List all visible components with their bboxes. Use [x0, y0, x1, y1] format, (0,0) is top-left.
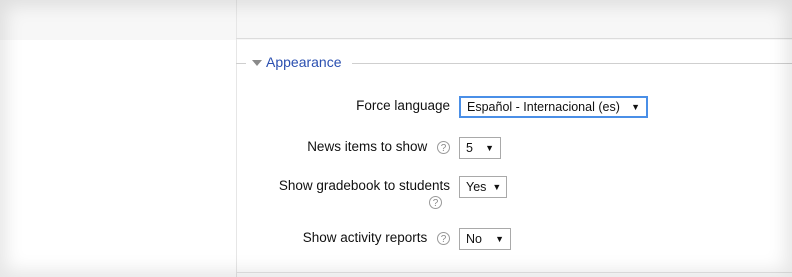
- chevron-down-icon: ▼: [495, 234, 504, 244]
- fieldset-line-right: [352, 63, 792, 64]
- content-left-border: [236, 0, 237, 277]
- show-gradebook-label-wrap: Show gradebook to students ?: [279, 178, 450, 210]
- chevron-down-icon: ▼: [631, 102, 640, 112]
- help-icon[interactable]: ?: [437, 140, 450, 154]
- appearance-legend[interactable]: Appearance: [252, 54, 342, 70]
- news-items-label-wrap: News items to show ?: [307, 139, 450, 155]
- show-gradebook-label: Show gradebook to students: [278, 178, 450, 193]
- appearance-legend-label: Appearance: [266, 54, 342, 70]
- show-gradebook-value: Yes: [466, 180, 487, 194]
- activity-reports-label-wrap: Show activity reports ?: [303, 230, 450, 246]
- news-items-label: News items to show: [307, 139, 428, 154]
- activity-reports-select[interactable]: No ▼: [459, 228, 511, 250]
- force-language-label: Force language: [356, 98, 450, 113]
- help-icon[interactable]: ?: [437, 231, 450, 245]
- news-items-select[interactable]: 5 ▼: [459, 137, 501, 159]
- help-icon[interactable]: ?: [429, 195, 442, 209]
- top-separator: [236, 38, 792, 39]
- force-language-value: Español - Internacional (es): [467, 100, 620, 114]
- triangle-down-icon: [252, 59, 262, 66]
- activity-reports-value: No: [466, 232, 482, 246]
- show-gradebook-select[interactable]: Yes ▼: [459, 176, 507, 198]
- bottom-separator: [236, 272, 792, 273]
- activity-reports-label: Show activity reports: [302, 230, 428, 245]
- top-band: [0, 0, 792, 40]
- chevron-down-icon: ▼: [492, 182, 502, 192]
- chevron-down-icon: ▼: [485, 143, 494, 153]
- fieldset-line-left: [236, 63, 246, 64]
- force-language-select[interactable]: Español - Internacional (es) ▼: [459, 96, 648, 118]
- news-items-value: 5: [466, 141, 473, 155]
